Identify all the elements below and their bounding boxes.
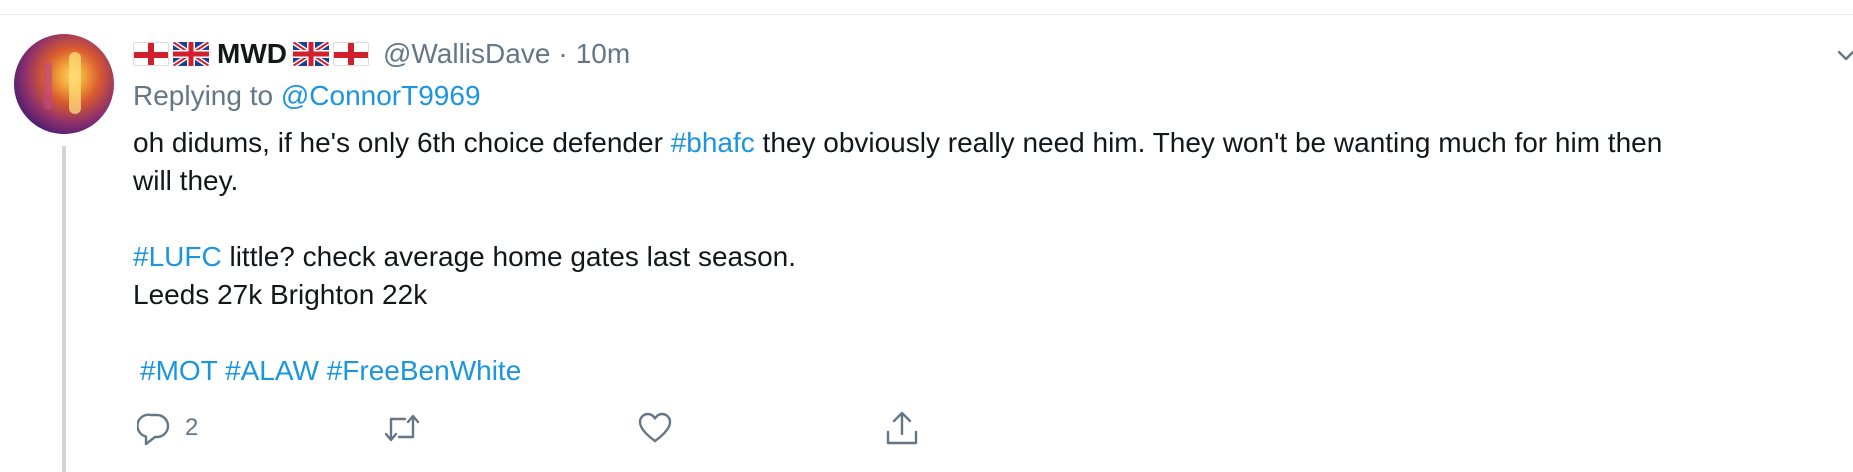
hashtag-lufc[interactable]: #LUFC	[133, 241, 222, 272]
hashtag-line: #MOT #ALAW #FreeBenWhite	[133, 352, 1853, 390]
replying-to: Replying to @ConnorT9969	[133, 80, 481, 112]
display-name[interactable]: MWD	[217, 38, 287, 70]
england-flag-icon	[332, 42, 369, 66]
timestamp[interactable]: 10m	[576, 38, 630, 70]
hashtag-bhafc[interactable]: #bhafc	[671, 127, 755, 158]
reply-button[interactable]: 2	[137, 408, 198, 448]
tweet-line: #LUFC little? check average home gates l…	[133, 238, 1853, 276]
tweet-text-segment: oh didums, if he's only 6th choice defen…	[133, 127, 671, 158]
reply-count: 2	[185, 414, 199, 441]
action-bar: 2	[133, 408, 1033, 448]
tweet-line: Leeds 27k Brighton 22k	[133, 279, 428, 310]
hashtag-alaw[interactable]: #ALAW	[225, 355, 319, 386]
tweet-text-segment: little? check average home gates last se…	[221, 241, 797, 272]
tweet-line: will they.	[133, 165, 239, 196]
share-icon	[885, 410, 919, 446]
tweet-header: MWD @WallisDave · 10m	[133, 36, 630, 72]
retweet-button[interactable]	[383, 408, 421, 448]
like-icon	[638, 412, 672, 444]
hashtag-freebenwhite[interactable]: #FreeBenWhite	[327, 355, 522, 386]
share-button[interactable]	[885, 408, 919, 448]
tweet-line: oh didums, if he's only 6th choice defen…	[133, 124, 1853, 162]
hashtag-mot[interactable]: #MOT	[140, 355, 217, 386]
chevron-down-icon[interactable]	[1838, 44, 1853, 64]
uk-flag-icon	[292, 42, 329, 66]
replying-to-handle[interactable]: @ConnorT9969	[281, 80, 481, 111]
retweet-icon	[383, 411, 421, 445]
replying-to-label: Replying to	[133, 80, 274, 111]
avatar[interactable]	[14, 34, 114, 134]
separator-dot: ·	[558, 38, 568, 69]
thread-line	[62, 146, 66, 472]
user-handle[interactable]: @WallisDave	[383, 38, 550, 70]
england-flag-icon	[133, 42, 169, 66]
like-button[interactable]	[638, 408, 672, 448]
tweet-text-segment: they obviously really need him. They won…	[754, 127, 1663, 158]
top-divider	[0, 14, 1853, 15]
uk-flag-icon	[173, 42, 209, 66]
tweet-body: oh didums, if he's only 6th choice defen…	[133, 124, 1853, 390]
reply-icon	[137, 411, 171, 445]
